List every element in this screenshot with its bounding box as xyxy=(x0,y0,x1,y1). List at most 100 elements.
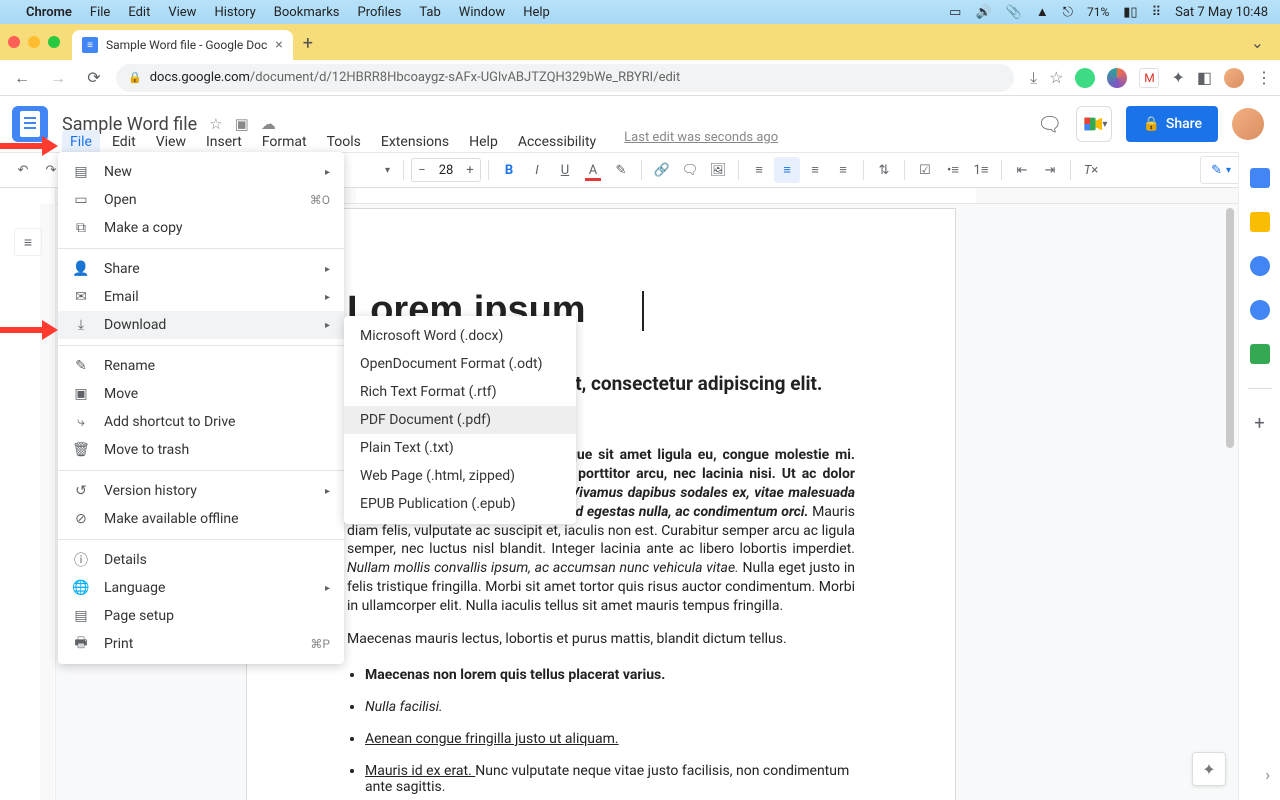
docs-menu-edit[interactable]: Edit xyxy=(104,130,144,154)
wifi-icon[interactable]: ▲ xyxy=(1036,4,1049,20)
share-button[interactable]: 🔒 Share xyxy=(1126,106,1218,142)
undo-button[interactable]: ↶ xyxy=(10,157,36,183)
window-zoom-icon[interactable] xyxy=(48,36,60,48)
number-list-button[interactable]: 1≡ xyxy=(968,157,994,183)
volume-icon[interactable]: 🔊 xyxy=(975,5,991,20)
file-menu-details[interactable]: ⓘDetails xyxy=(58,546,344,574)
link-button[interactable]: 🔗 xyxy=(649,157,675,183)
align-right-button[interactable]: ≡ xyxy=(802,157,828,183)
download-html[interactable]: Web Page (.html, zipped) xyxy=(344,462,576,490)
outline-toggle-button[interactable]: ≡ xyxy=(14,228,42,256)
file-menu-make-copy[interactable]: ⧉Make a copy xyxy=(58,214,344,242)
file-menu-offline[interactable]: ⊘Make available offline xyxy=(58,505,344,533)
tasks-icon[interactable] xyxy=(1250,256,1270,276)
keep-icon[interactable] xyxy=(1250,212,1270,232)
chrome-menu-icon[interactable]: ⋮ xyxy=(1256,68,1272,87)
indent-decrease-button[interactable]: ⇤ xyxy=(1009,157,1035,183)
docs-menu-extensions[interactable]: Extensions xyxy=(373,130,457,154)
back-button[interactable]: ← xyxy=(8,64,36,92)
mac-menu-edit[interactable]: Edit xyxy=(128,5,150,20)
image-button[interactable]: 🖼 xyxy=(705,157,731,183)
doc-bullet-list[interactable]: Maecenas non lorem quis tellus placerat … xyxy=(347,667,855,795)
download-docx[interactable]: Microsoft Word (.docx) xyxy=(344,322,576,350)
new-tab-button[interactable]: + xyxy=(303,33,313,54)
docs-menu-accessibility[interactable]: Accessibility xyxy=(510,130,604,154)
font-family-select[interactable]: ▾ xyxy=(356,157,396,183)
download-pdf[interactable]: PDF Document (.pdf) xyxy=(344,406,576,434)
bold-button[interactable]: B xyxy=(496,157,522,183)
align-justify-button[interactable]: ≡ xyxy=(830,157,856,183)
mac-menu-bookmarks[interactable]: Bookmarks xyxy=(274,5,340,20)
align-left-button[interactable]: ≡ xyxy=(746,157,772,183)
file-menu-add-shortcut[interactable]: ⤷Add shortcut to Drive xyxy=(58,408,344,436)
mac-menu-profiles[interactable]: Profiles xyxy=(358,5,402,20)
file-menu-new[interactable]: ▤New▸ xyxy=(58,158,344,186)
comment-button[interactable]: 🗨 xyxy=(677,157,703,183)
download-epub[interactable]: EPUB Publication (.epub) xyxy=(344,490,576,518)
mac-menu-tab[interactable]: Tab xyxy=(419,5,440,20)
install-icon[interactable]: ⤓ xyxy=(1030,68,1037,88)
vertical-ruler[interactable] xyxy=(40,204,54,800)
comments-icon[interactable]: 🗨 xyxy=(1037,112,1062,136)
download-odt[interactable]: OpenDocument Format (.odt) xyxy=(344,350,576,378)
mac-menu-history[interactable]: History xyxy=(214,5,255,20)
battery-icon[interactable]: ▮▯ xyxy=(1123,5,1137,20)
docs-menu-file[interactable]: File xyxy=(62,130,100,154)
attachment-icon[interactable]: 📎 xyxy=(1006,5,1022,20)
line-spacing-button[interactable]: ⇅ xyxy=(871,157,897,183)
account-avatar[interactable] xyxy=(1232,108,1264,140)
meet-button[interactable]: ▾ xyxy=(1076,106,1112,142)
docs-menu-help[interactable]: Help xyxy=(461,130,506,154)
italic-button[interactable]: I xyxy=(524,157,550,183)
stage-manager-icon[interactable]: ▭ xyxy=(949,5,961,20)
address-bar[interactable]: 🔒 docs.google.com/document/d/12HBRR8Hbco… xyxy=(116,64,1014,92)
mac-menu-view[interactable]: View xyxy=(168,5,196,20)
maps-icon[interactable] xyxy=(1250,344,1270,364)
file-menu-download[interactable]: ⤓Download▸ xyxy=(58,311,344,339)
extension-icon-2[interactable] xyxy=(1107,68,1127,88)
editing-mode-button[interactable]: ✎▾ xyxy=(1200,156,1242,184)
docs-menu-view[interactable]: View xyxy=(148,130,194,154)
mac-menu-window[interactable]: Window xyxy=(459,5,505,20)
addons-plus-icon[interactable]: + xyxy=(1254,413,1264,434)
file-menu-trash[interactable]: 🗑Move to trash xyxy=(58,436,344,464)
extension-icon-1[interactable] xyxy=(1075,68,1095,88)
control-center-icon[interactable]: ⠿ xyxy=(1152,5,1162,20)
extensions-menu-icon[interactable]: ✦ xyxy=(1171,68,1184,87)
clear-format-button[interactable]: T× xyxy=(1078,157,1104,183)
underline-button[interactable]: U xyxy=(552,157,578,183)
text-color-button[interactable]: A xyxy=(580,157,606,183)
browser-tab[interactable]: ≡ Sample Word file - Google Doc × xyxy=(72,30,293,60)
docs-menu-insert[interactable]: Insert xyxy=(198,130,250,154)
side-panel-toggle-icon[interactable]: ◧ xyxy=(1197,68,1212,87)
fontsize-value[interactable]: 28 xyxy=(432,163,460,178)
indent-increase-button[interactable]: ⇥ xyxy=(1037,157,1063,183)
docs-menu-format[interactable]: Format xyxy=(254,130,315,154)
file-menu-move[interactable]: ▣Move xyxy=(58,380,344,408)
tab-search-icon[interactable]: ⌄ xyxy=(1251,33,1264,52)
mac-datetime[interactable]: Sat 7 May 10:48 xyxy=(1175,5,1268,20)
reload-button[interactable]: ⟳ xyxy=(80,64,108,92)
download-rtf[interactable]: Rich Text Format (.rtf) xyxy=(344,378,576,406)
file-menu-language[interactable]: 🌐Language▸ xyxy=(58,574,344,602)
mac-menu-file[interactable]: File xyxy=(90,5,110,20)
scrollbar[interactable] xyxy=(1226,208,1236,796)
file-menu-email[interactable]: ✉Email▸ xyxy=(58,283,344,311)
file-menu-share[interactable]: 👤Share▸ xyxy=(58,255,344,283)
file-menu-version-history[interactable]: ↺Version history▸ xyxy=(58,477,344,505)
explore-button[interactable]: ✦ xyxy=(1192,752,1226,786)
bookmark-star-icon[interactable]: ☆ xyxy=(1049,68,1063,87)
file-menu-open[interactable]: ▭Open⌘O xyxy=(58,186,344,214)
bluetooth-icon[interactable]: ⎋ xyxy=(1063,5,1073,20)
file-menu-rename[interactable]: ✎Rename xyxy=(58,352,344,380)
align-center-button[interactable]: ≡ xyxy=(774,157,800,183)
tab-close-icon[interactable]: × xyxy=(275,37,282,53)
docs-menu-tools[interactable]: Tools xyxy=(319,130,369,154)
mac-app-name[interactable]: Chrome xyxy=(26,5,72,20)
last-edit-link[interactable]: Last edit was seconds ago xyxy=(624,130,778,154)
fontsize-decrease-button[interactable]: − xyxy=(412,163,432,178)
extension-icon-3[interactable]: M xyxy=(1139,68,1159,88)
contacts-icon[interactable] xyxy=(1250,300,1270,320)
file-menu-page-setup[interactable]: ▤Page setup xyxy=(58,602,344,630)
file-menu-print[interactable]: 🖶Print⌘P xyxy=(58,630,344,658)
